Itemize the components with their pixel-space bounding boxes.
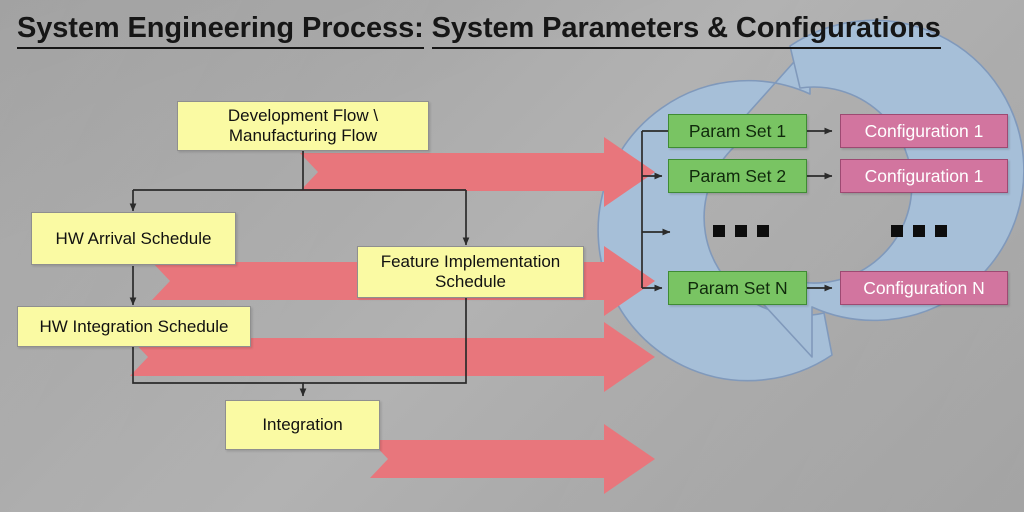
node-feature-implementation-schedule[interactable]: Feature Implementation Schedule (357, 246, 584, 298)
diagram-canvas: System Engineering Process: System Param… (0, 0, 1024, 512)
cycle-arrows-group (597, 19, 1024, 382)
node-hw-arrival-schedule[interactable]: HW Arrival Schedule (31, 212, 236, 265)
param-sets-ellipsis (713, 225, 769, 237)
node-feature-implementation-label-line-2: Schedule (435, 272, 506, 291)
configuration-2-box[interactable]: Configuration 1 (840, 159, 1008, 193)
param-set-2-box[interactable]: Param Set 2 (668, 159, 807, 193)
ellipsis-square-icon (757, 225, 769, 237)
node-hw-integration-schedule[interactable]: HW Integration Schedule (17, 306, 251, 347)
ellipsis-square-icon (891, 225, 903, 237)
node-integration-label: Integration (262, 415, 343, 435)
node-development-flow-label-line-1: Development Flow \ (227, 106, 379, 126)
page-title-line-1: System Engineering Process: (17, 11, 424, 50)
param-set-1-label: Param Set 1 (688, 120, 787, 141)
param-set-n-box[interactable]: Param Set N (668, 271, 807, 305)
page-title-line-2: System Parameters & Configurations (431, 11, 941, 50)
configuration-1-box[interactable]: Configuration 1 (840, 114, 1008, 148)
configurations-ellipsis (891, 225, 947, 237)
page-title: System Engineering Process: System Param… (17, 8, 941, 50)
configuration-1-label: Configuration 1 (864, 120, 984, 141)
ellipsis-square-icon (935, 225, 947, 237)
ellipsis-square-icon (735, 225, 747, 237)
node-feature-implementation-label-line-1: Feature Implementation (380, 252, 561, 272)
configuration-n-label: Configuration N (863, 277, 985, 298)
node-development-flow-label-line-2: Manufacturing Flow (228, 126, 378, 145)
param-set-2-label: Param Set 2 (688, 165, 787, 186)
ellipsis-square-icon (713, 225, 725, 237)
node-hw-integration-schedule-label: HW Integration Schedule (39, 316, 229, 336)
wide-red-arrow-4 (370, 424, 655, 494)
node-integration[interactable]: Integration (225, 400, 380, 450)
ellipsis-square-icon (913, 225, 925, 237)
configuration-2-label: Configuration 1 (864, 165, 984, 186)
param-set-n-label: Param Set N (687, 277, 788, 298)
param-set-1-box[interactable]: Param Set 1 (668, 114, 807, 148)
node-hw-arrival-schedule-label: HW Arrival Schedule (55, 228, 212, 248)
node-development-flow[interactable]: Development Flow \ Manufacturing Flow (177, 101, 429, 151)
param-to-config-arrows-group (807, 127, 833, 292)
configuration-n-box[interactable]: Configuration N (840, 271, 1008, 305)
